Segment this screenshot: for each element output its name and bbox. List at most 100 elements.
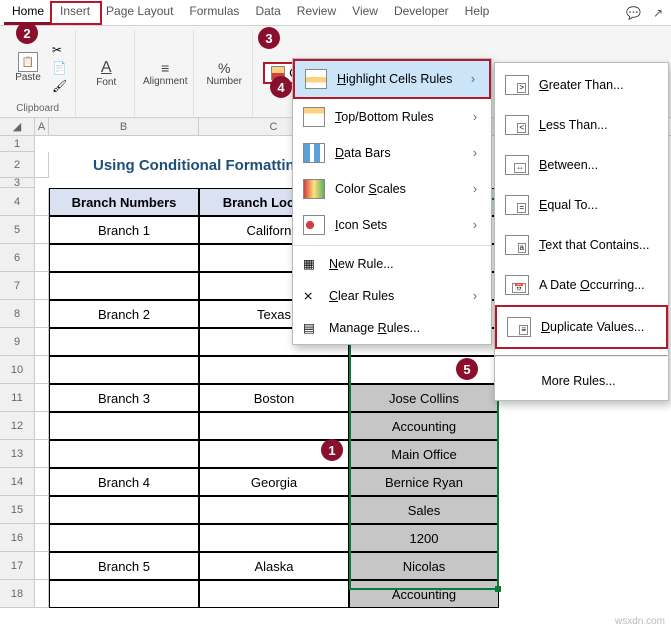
conditional-formatting-menu: HHighlight Cells Rulesighlight Cells Rul… [292, 58, 492, 345]
cell-column-d[interactable]: 1200 [349, 524, 499, 552]
table-row: 15 Sales [0, 496, 671, 524]
cell-branch-location[interactable] [199, 524, 349, 552]
row-header[interactable]: 12 [0, 412, 35, 440]
cell-column-d[interactable]: Nicolas [349, 552, 499, 580]
row-header[interactable]: 4 [0, 188, 35, 216]
date-icon: 📅 [505, 275, 529, 295]
col-header-b[interactable]: B [49, 118, 199, 135]
cell-column-d[interactable]: Sales [349, 496, 499, 524]
cell-branch-location[interactable] [199, 496, 349, 524]
callout-badge-1: 1 [321, 439, 343, 461]
cell-branch-number[interactable] [49, 580, 199, 608]
cell-branch-number[interactable] [49, 356, 199, 384]
tab-data[interactable]: Data [247, 0, 288, 25]
submenu-duplicate-values[interactable]: ≡ Duplicate Values... [495, 305, 668, 349]
cell-branch-number[interactable] [49, 412, 199, 440]
selection-handle[interactable] [495, 586, 501, 592]
cell-branch-number[interactable] [49, 440, 199, 468]
group-alignment: ≡ Alignment [141, 30, 194, 116]
row-header[interactable]: 5 [0, 216, 35, 244]
menu-color-scales[interactable]: Color Scales › [293, 171, 491, 207]
copy-icon[interactable]: 📄 [52, 61, 67, 75]
chevron-right-icon: › [473, 218, 477, 232]
cell-column-d[interactable]: Main Office [349, 440, 499, 468]
cell-branch-number[interactable]: Branch 2 [49, 300, 199, 328]
row-header[interactable]: 13 [0, 440, 35, 468]
cell-branch-number[interactable] [49, 496, 199, 524]
row-header[interactable]: 6 [0, 244, 35, 272]
menu-manage-rules[interactable]: ▤ Manage Rules... [293, 312, 491, 344]
row-header[interactable]: 9 [0, 328, 35, 356]
cell-branch-location[interactable] [199, 356, 349, 384]
cell-branch-number[interactable] [49, 524, 199, 552]
row-header[interactable]: 3 [0, 178, 35, 188]
cell-branch-number[interactable]: Branch 3 [49, 384, 199, 412]
tab-formulas[interactable]: Formulas [181, 0, 247, 25]
tab-page-layout[interactable]: Page Layout [98, 0, 181, 25]
submenu-less-than[interactable]: < Less Than... [495, 105, 668, 145]
row-header[interactable]: 8 [0, 300, 35, 328]
row-header[interactable]: 14 [0, 468, 35, 496]
row-header[interactable]: 16 [0, 524, 35, 552]
row-header[interactable]: 15 [0, 496, 35, 524]
callout-badge-3: 3 [258, 27, 280, 49]
cell-branch-number[interactable] [49, 272, 199, 300]
callout-badge-2: 2 [16, 22, 38, 44]
cell-branch-number[interactable] [49, 244, 199, 272]
row-header[interactable]: 10 [0, 356, 35, 384]
submenu-between[interactable]: ⇔ Between... [495, 145, 668, 185]
tab-review[interactable]: Review [289, 0, 344, 25]
table-row: 12 Accounting [0, 412, 671, 440]
cut-icon[interactable]: ✂ [52, 43, 67, 57]
alignment-button[interactable]: ≡ Alignment [145, 60, 185, 87]
cell-branch-location[interactable] [199, 412, 349, 440]
cell-column-d[interactable]: Accounting [349, 412, 499, 440]
cell-branch-location[interactable] [199, 580, 349, 608]
menu-icon-sets[interactable]: Icon Sets › [293, 207, 491, 243]
tab-insert[interactable]: Insert [52, 0, 98, 25]
cell-branch-number[interactable] [49, 328, 199, 356]
cell-column-d[interactable]: Bernice Ryan [349, 468, 499, 496]
paste-button[interactable]: 📋 Paste [8, 52, 48, 83]
submenu-date-occurring[interactable]: 📅 A Date Occurring... [495, 265, 668, 305]
row-header[interactable]: 1 [0, 136, 35, 152]
row-header[interactable]: 18 [0, 580, 35, 608]
row-header[interactable]: 2 [0, 152, 35, 178]
ribbon-tabs: Home Insert Page Layout Formulas Data Re… [0, 0, 671, 26]
highlight-cells-icon [305, 69, 327, 89]
submenu-equal-to[interactable]: = Equal To... [495, 185, 668, 225]
table-header-branch-numbers[interactable]: Branch Numbers [49, 188, 199, 216]
cell-branch-location[interactable]: Boston [199, 384, 349, 412]
select-all-corner[interactable]: ◢ [0, 118, 35, 135]
menu-highlight-cells-rules[interactable]: HHighlight Cells Rulesighlight Cells Rul… [293, 59, 491, 99]
cell-column-d[interactable]: Jose Collins [349, 384, 499, 412]
cell-branch-number[interactable]: Branch 1 [49, 216, 199, 244]
submenu-more-rules[interactable]: More Rules... [495, 364, 668, 398]
number-button[interactable]: % Number [204, 60, 244, 87]
submenu-greater-than[interactable]: > Greater Than... [495, 65, 668, 105]
row-header[interactable]: 7 [0, 272, 35, 300]
submenu-text-contains[interactable]: a Text that Contains... [495, 225, 668, 265]
col-header-a[interactable]: A [35, 118, 49, 135]
table-row: 16 1200 [0, 524, 671, 552]
font-button[interactable]: A Font [86, 59, 126, 88]
menu-new-rule[interactable]: ▦ New Rule... [293, 248, 491, 280]
tab-help[interactable]: Help [457, 0, 498, 25]
cell-branch-number[interactable]: Branch 4 [49, 468, 199, 496]
table-row: 14 Branch 4GeorgiaBernice Ryan [0, 468, 671, 496]
menu-data-bars[interactable]: Data Bars › [293, 135, 491, 171]
tab-developer[interactable]: Developer [386, 0, 457, 25]
tab-view[interactable]: View [344, 0, 386, 25]
color-scales-icon [303, 179, 325, 199]
row-header[interactable]: 11 [0, 384, 35, 412]
cell-branch-location[interactable]: Alaska [199, 552, 349, 580]
menu-top-bottom-rules[interactable]: Top/Bottom Rules › [293, 99, 491, 135]
cell-column-d[interactable]: Accounting [349, 580, 499, 608]
cell-branch-number[interactable]: Branch 5 [49, 552, 199, 580]
comments-icon[interactable]: 💬 [626, 6, 641, 20]
format-painter-icon[interactable]: 🖌 [52, 79, 67, 93]
share-icon[interactable]: ↗ [653, 6, 663, 20]
row-header[interactable]: 17 [0, 552, 35, 580]
cell-branch-location[interactable]: Georgia [199, 468, 349, 496]
menu-clear-rules[interactable]: ⨯ Clear Rules › [293, 280, 491, 312]
